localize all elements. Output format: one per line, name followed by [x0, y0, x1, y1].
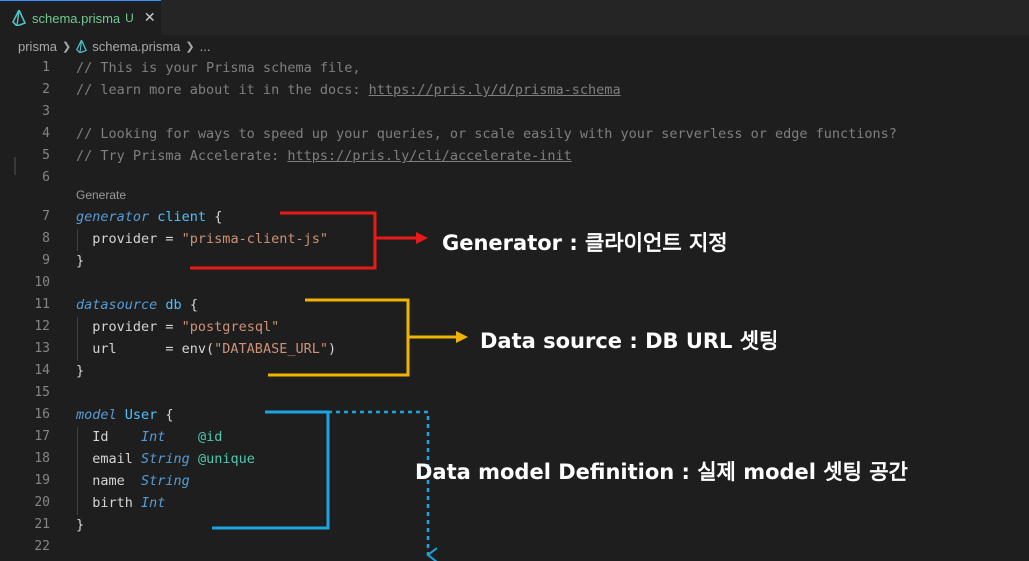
breadcrumb: prisma ❯ schema.prisma ❯ ...	[0, 35, 1029, 57]
code-line[interactable]: birth Int	[76, 492, 165, 514]
code-token: // learn more about it in the docs:	[76, 82, 369, 98]
code-token: https://pris.ly/d/prisma-schema	[368, 82, 621, 98]
breadcrumb-file[interactable]: schema.prisma	[92, 39, 180, 54]
line-number: 4	[42, 126, 50, 141]
code-line[interactable]: provider = "postgresql"	[76, 316, 279, 338]
line-number: 1	[42, 60, 50, 75]
code-token: }	[76, 363, 85, 379]
untracked-badge: U	[125, 11, 134, 25]
generate-codelens[interactable]: Generate	[76, 188, 126, 202]
prisma-icon	[12, 10, 26, 26]
tab-filename: schema.prisma	[32, 10, 121, 26]
line-number: 2	[42, 82, 50, 97]
code-line[interactable]: // learn more about it in the docs: http…	[76, 79, 621, 101]
code-token: String	[141, 473, 190, 489]
line-number: 7	[42, 209, 50, 224]
line-number: 14	[34, 363, 50, 378]
code-token: "postgresql"	[181, 319, 280, 335]
generator-annotation: Generator : 클라이언트 지정	[442, 231, 728, 255]
code-line[interactable]: email String @unique	[76, 448, 255, 470]
line-number: 9	[42, 253, 50, 268]
prisma-icon	[76, 39, 88, 53]
code-line[interactable]: provider = "prisma-client-js"	[76, 228, 328, 250]
indent-guide	[77, 317, 78, 361]
code-token: datasource	[76, 297, 158, 313]
line-number: 6	[42, 170, 50, 185]
line-number: 22	[34, 539, 50, 554]
code-token: Id	[76, 429, 142, 445]
code-token: User	[124, 407, 158, 423]
code-token: @unique	[197, 451, 255, 467]
code-line[interactable]: generator client {	[76, 206, 222, 228]
code-line[interactable]: datasource db {	[76, 294, 198, 316]
code-token: provider =	[76, 231, 182, 247]
code-token: String	[141, 451, 190, 467]
indent-guide	[77, 229, 78, 251]
code-token: @id	[197, 429, 223, 445]
line-number: 16	[34, 407, 50, 422]
code-line[interactable]: name String	[76, 470, 190, 492]
code-token: url = env(	[76, 341, 215, 357]
code-token: generator	[76, 209, 150, 225]
code-token: }	[76, 253, 85, 269]
code-line[interactable]: // This is your Prisma schema file,	[76, 57, 360, 79]
line-number: 20	[34, 495, 50, 510]
code-line[interactable]: url = env("DATABASE_URL")	[76, 338, 336, 360]
code-token: }	[76, 517, 85, 533]
line-number: 10	[34, 275, 50, 290]
line-number: 17	[34, 429, 50, 444]
code-line[interactable]: // Try Prisma Accelerate: https://pris.l…	[76, 145, 572, 167]
cursor-marker	[14, 157, 16, 175]
code-token: client	[157, 209, 207, 225]
code-token: model	[76, 407, 117, 423]
line-number: 15	[34, 385, 50, 400]
line-number: 18	[34, 451, 50, 466]
code-token: Int	[141, 495, 166, 511]
code-token: name	[76, 473, 142, 489]
code-line[interactable]: }	[76, 514, 84, 536]
tab-schema-prisma[interactable]: schema.prisma U ✕	[0, 0, 161, 35]
code-token: birth	[76, 495, 142, 511]
line-number: 12	[34, 319, 50, 334]
code-token: "prisma-client-js"	[181, 231, 328, 247]
model-annotation: Data model Definition : 실제 model 셋팅 공간	[415, 460, 908, 484]
code-token: {	[181, 297, 198, 313]
code-token: // This is your Prisma schema file,	[76, 60, 361, 76]
code-token: "DATABASE_URL"	[214, 341, 328, 357]
code-token: db	[165, 297, 182, 313]
code-token: provider =	[76, 319, 182, 335]
line-number: 11	[34, 297, 50, 312]
line-number: 3	[42, 104, 50, 119]
code-line[interactable]: }	[76, 360, 84, 382]
indent-guide	[77, 427, 78, 515]
code-token: // Try Prisma Accelerate:	[76, 148, 288, 164]
code-token: {	[157, 407, 174, 423]
line-number: 21	[34, 517, 50, 532]
code-token: {	[206, 209, 223, 225]
line-number: 19	[34, 473, 50, 488]
breadcrumb-folder[interactable]: prisma	[18, 39, 57, 54]
line-number: 5	[42, 148, 50, 163]
code-line[interactable]: model User {	[76, 404, 174, 426]
close-icon[interactable]: ✕	[144, 10, 156, 26]
code-token: // Looking for ways to speed up your que…	[76, 126, 897, 142]
line-number: 13	[34, 341, 50, 356]
chevron-right-icon: ❯	[185, 40, 195, 53]
tab-bar: schema.prisma U ✕	[0, 0, 1029, 35]
code-line[interactable]: Id Int @id	[76, 426, 222, 448]
code-token: Int	[141, 429, 166, 445]
code-token: email	[76, 451, 142, 467]
code-token: )	[327, 341, 337, 357]
line-number: 8	[42, 231, 50, 246]
breadcrumb-more[interactable]: ...	[200, 39, 211, 54]
chevron-right-icon: ❯	[62, 40, 72, 53]
code-line[interactable]: // Looking for ways to speed up your que…	[76, 123, 897, 145]
code-line[interactable]: }	[76, 250, 84, 272]
datasource-annotation: Data source : DB URL 셋팅	[480, 329, 779, 353]
code-token: https://pris.ly/cli/accelerate-init	[287, 148, 572, 164]
